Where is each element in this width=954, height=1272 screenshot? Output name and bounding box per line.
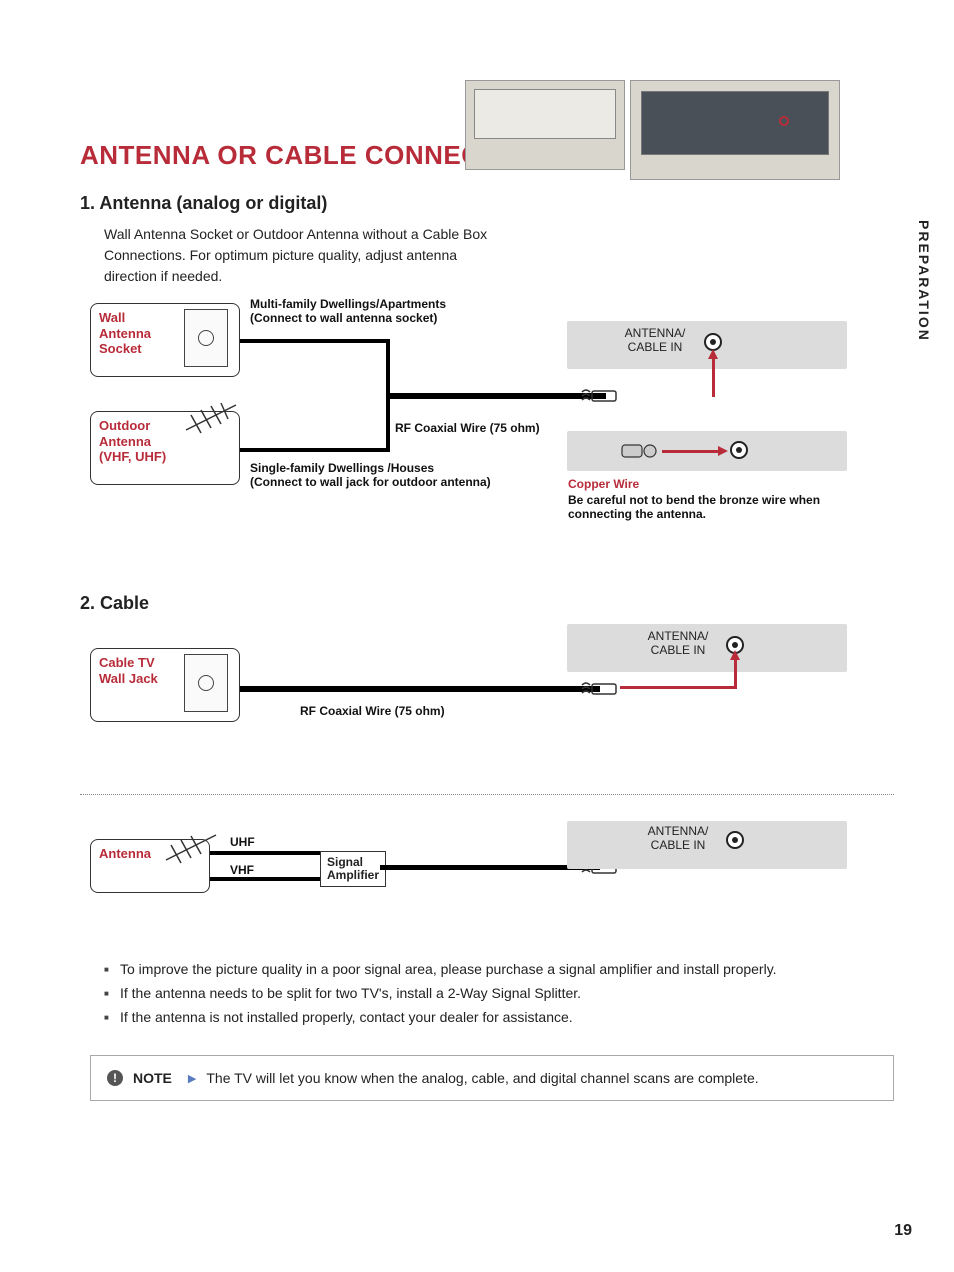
note-text: The TV will let you know when the analog… <box>206 1070 758 1086</box>
amplifier-diagram: Antenna UHF VHF Signal Amplifier ANTENNA… <box>90 821 894 921</box>
antenna-icon-2 <box>156 825 226 865</box>
cable-diagram: Cable TV Wall Jack RF Coaxial Wire (75 o… <box>90 624 894 754</box>
side-tab-preparation: PREPARATION <box>916 220 932 342</box>
antenna-diagram: Wall Antenna Socket Outdoor Antenna (VHF… <box>90 303 894 563</box>
page-number: 19 <box>894 1222 912 1240</box>
copper-warning-label: Be careful not to bend the bronze wire w… <box>568 493 858 522</box>
port-label-3: ANTENNA/ CABLE IN <box>638 825 718 853</box>
coax-plug-icon <box>620 441 660 461</box>
note-label: NOTE <box>133 1070 172 1086</box>
rf-wire-label-2: RF Coaxial Wire (75 ohm) <box>300 704 445 718</box>
antenna-icon <box>176 395 246 435</box>
outdoor-antenna-label: Outdoor Antenna (VHF, UHF) <box>99 418 166 464</box>
cable-jack-label: Cable TV Wall Jack <box>99 655 158 686</box>
coax-jack-icon-2 <box>580 679 620 699</box>
cable-wall-socket-icon <box>184 654 228 712</box>
antenna-label-3: Antenna <box>99 846 151 861</box>
bullet-3: If the antenna is not installed properly… <box>104 1009 894 1025</box>
single-family-label: Single-family Dwellings /Houses (Connect… <box>250 461 530 490</box>
signal-amplifier-box: Signal Amplifier <box>320 851 386 887</box>
copper-wire-label: Copper Wire <box>568 477 639 491</box>
bullet-1: To improve the picture quality in a poor… <box>104 961 894 977</box>
section1-heading: 1. Antenna (analog or digital) <box>80 193 894 214</box>
triangle-icon: ▶ <box>188 1072 196 1085</box>
vhf-label: VHF <box>230 863 254 877</box>
uhf-label: UHF <box>230 835 255 849</box>
section2-heading: 2. Cable <box>80 593 894 614</box>
port-label-1: ANTENNA/ CABLE IN <box>615 327 695 355</box>
wall-socket-label: Wall Antenna Socket <box>99 310 151 356</box>
multi-family-label: Multi-family Dwellings/Apartments (Conne… <box>250 297 470 326</box>
coax-port-icon-2 <box>730 441 748 459</box>
tv-front-illustration <box>630 80 840 180</box>
notes-list: To improve the picture quality in a poor… <box>104 961 894 1025</box>
note-box: ! NOTE ▶ The TV will let you know when t… <box>90 1055 894 1101</box>
coax-port-icon-4 <box>726 831 744 849</box>
divider <box>80 794 894 795</box>
bullet-2: If the antenna needs to be split for two… <box>104 985 894 1001</box>
port-label-2: ANTENNA/ CABLE IN <box>638 630 718 658</box>
wall-socket-icon <box>184 309 228 367</box>
section1-description: Wall Antenna Socket or Outdoor Antenna w… <box>104 224 504 287</box>
tv-back-illustration <box>465 80 625 170</box>
note-icon: ! <box>107 1070 123 1086</box>
rf-wire-label: RF Coaxial Wire (75 ohm) <box>395 421 540 435</box>
coax-jack-icon <box>580 386 620 406</box>
